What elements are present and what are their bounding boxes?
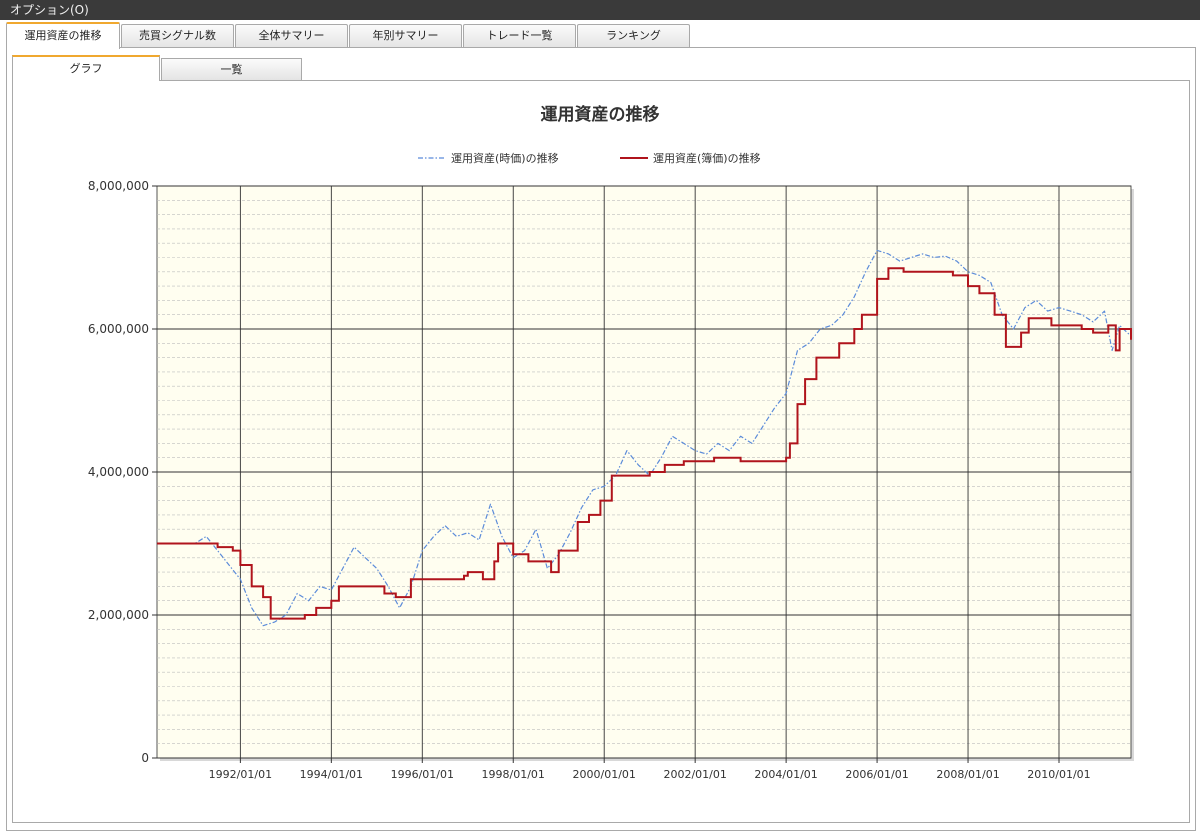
x-tick-label: 2002/01/01 <box>663 768 726 781</box>
legend: 運用資産(時価)の推移 運用資産(簿価)の推移 <box>418 151 761 165</box>
legend-label-book: 運用資産(簿価)の推移 <box>653 151 761 165</box>
x-tick-label: 2006/01/01 <box>845 768 908 781</box>
y-tick-label: 6,000,000 <box>88 322 149 336</box>
chart-title: 運用資産の推移 <box>541 104 660 125</box>
y-tick-label: 0 <box>141 751 149 765</box>
x-tick-label: 1994/01/01 <box>300 768 363 781</box>
x-tick-label: 1998/01/01 <box>482 768 545 781</box>
y-tick-label: 2,000,000 <box>88 608 149 622</box>
asset-trend-chart: 運用資産の推移 運用資産(時価)の推移 運用資産(簿価)の推移 0 2,000,0… <box>88 104 1134 781</box>
x-tick-label: 2000/01/01 <box>573 768 636 781</box>
y-tick-label: 4,000,000 <box>88 465 149 479</box>
x-tick-label: 2008/01/01 <box>936 768 999 781</box>
x-tick-label: 1992/01/01 <box>209 768 272 781</box>
subtab-label: グラフ <box>69 62 103 75</box>
subtab-graph[interactable]: グラフ <box>12 55 160 81</box>
x-tick-label: 1996/01/01 <box>391 768 454 781</box>
x-tick-label: 2004/01/01 <box>754 768 817 781</box>
x-tick-label: 2010/01/01 <box>1027 768 1090 781</box>
tab-asset-trend[interactable]: 運用資産の推移 <box>6 22 120 49</box>
tab-label: 運用資産の推移 <box>24 29 102 42</box>
y-tick-label: 8,000,000 <box>88 179 149 193</box>
legend-label-market: 運用資産(時価)の推移 <box>451 151 559 165</box>
